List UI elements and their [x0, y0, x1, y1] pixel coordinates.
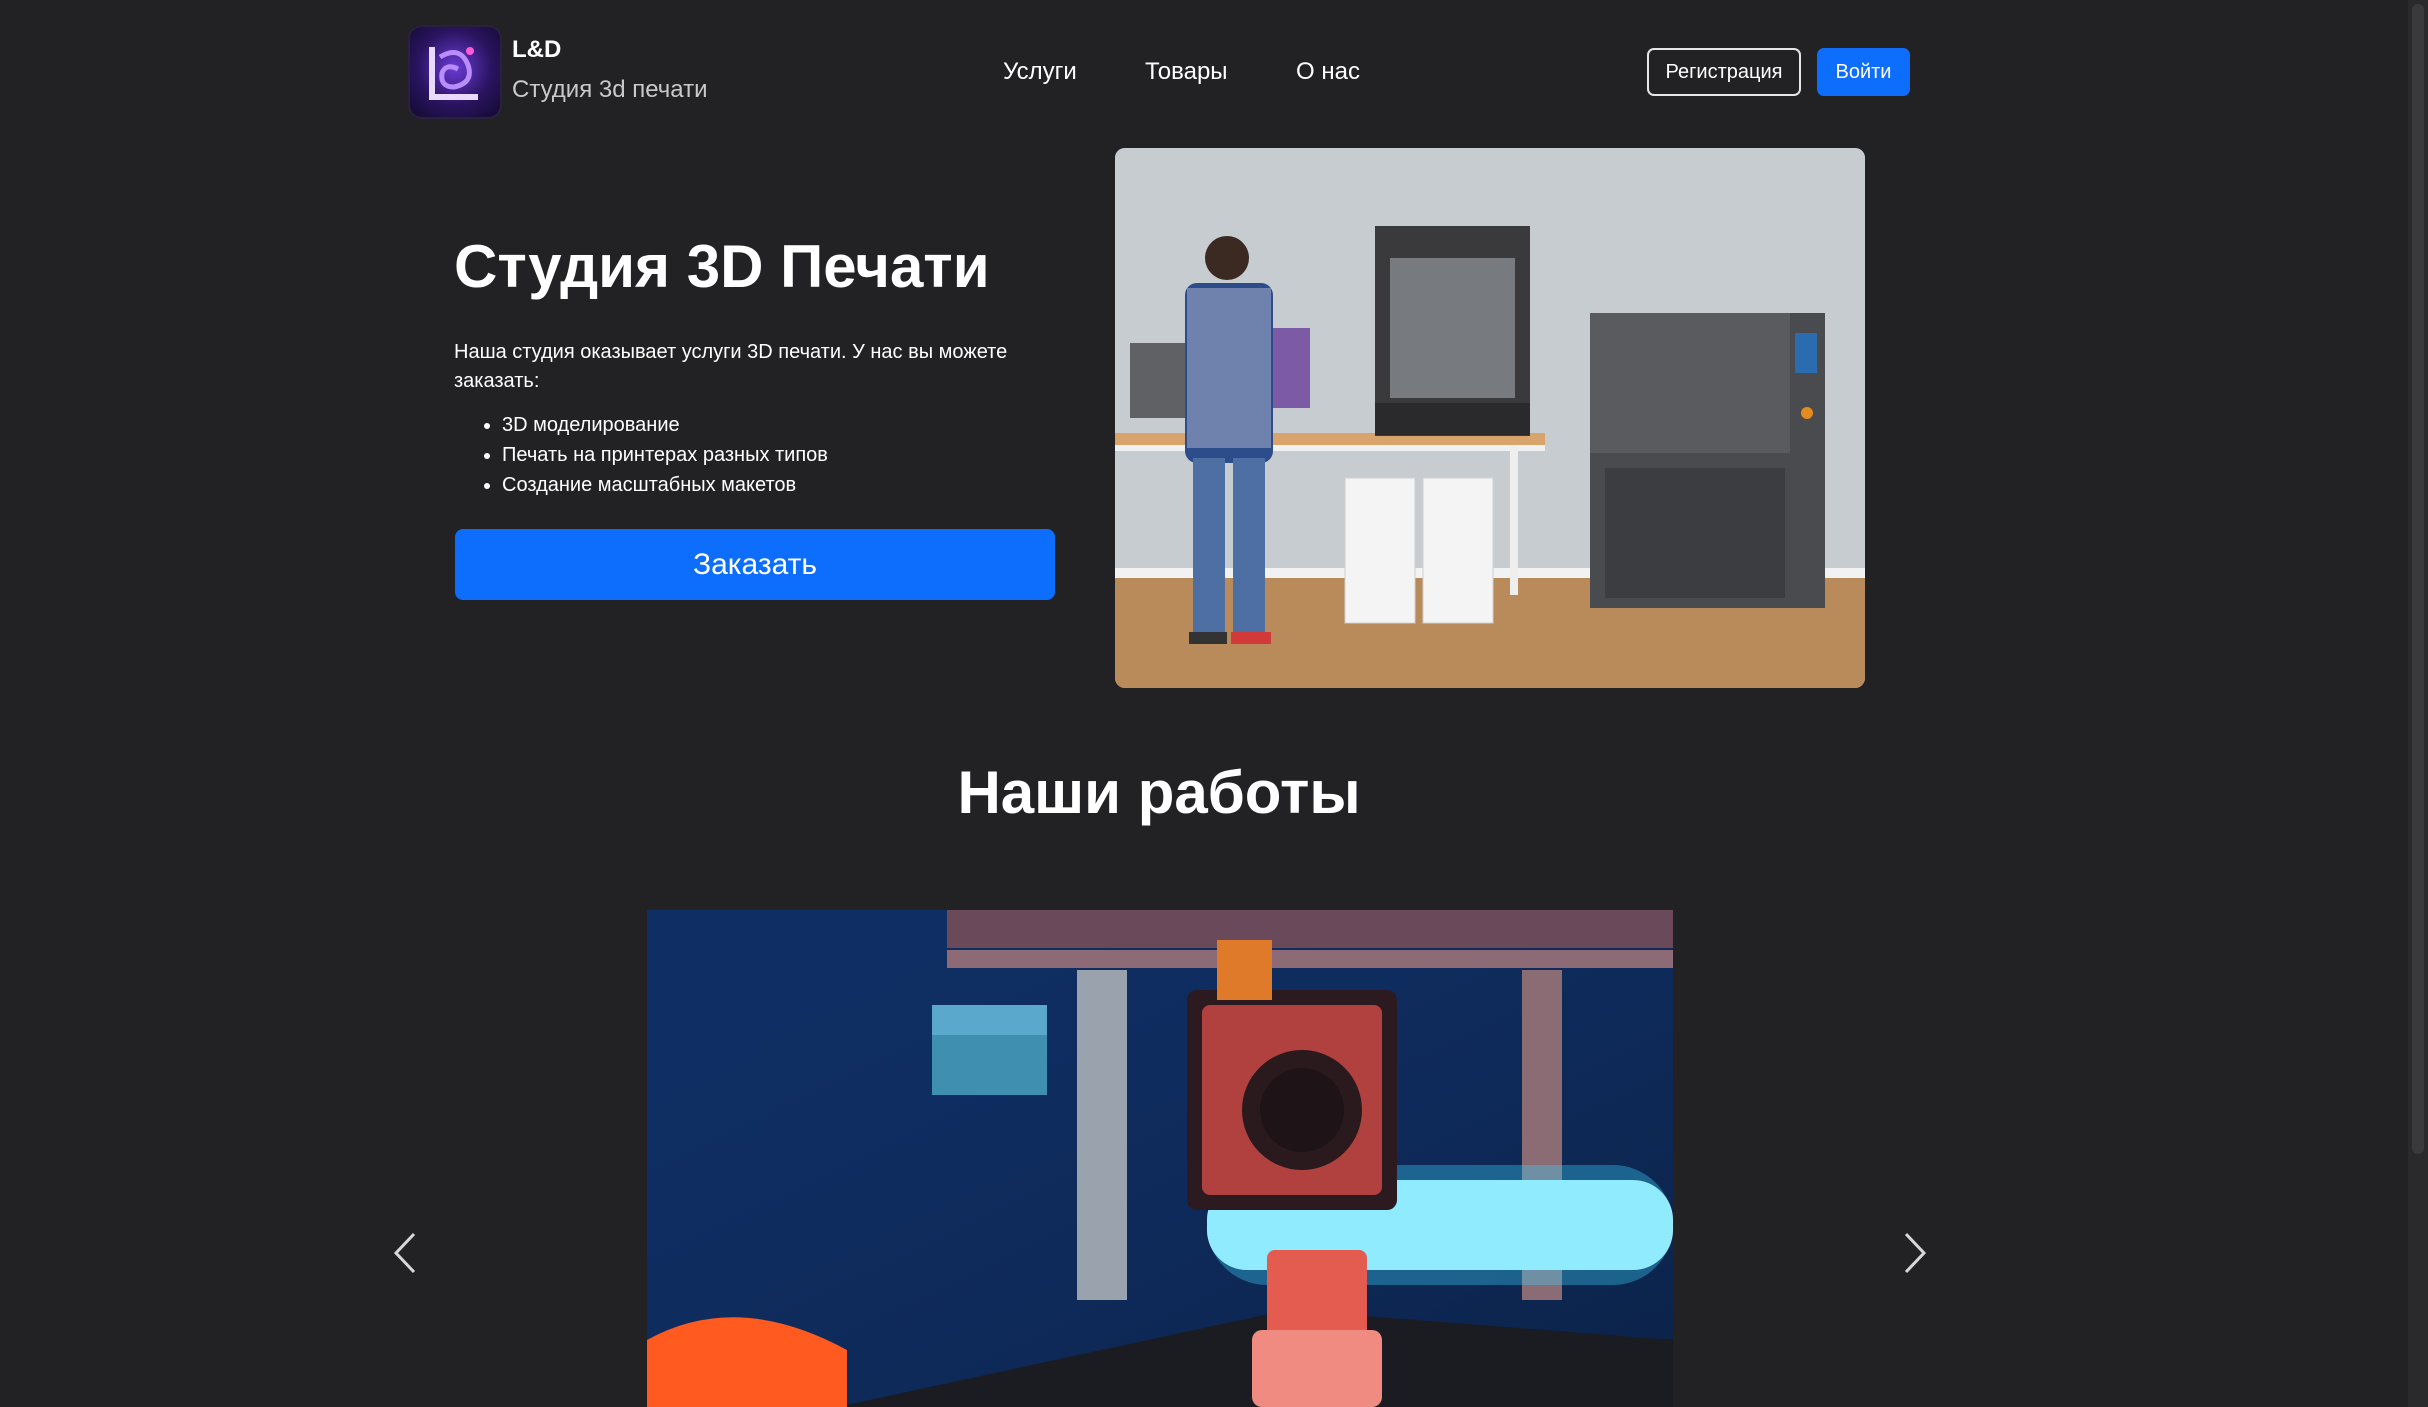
hero-image-printers [1115, 148, 1865, 688]
nav-link-products[interactable]: Товары [1145, 58, 1228, 86]
nav-link-services[interactable]: Услуги [1003, 58, 1077, 86]
works-title: Наши работы [957, 759, 1361, 826]
list-item: Печать на принтерах разных типов [502, 440, 828, 470]
order-button[interactable]: Заказать [455, 529, 1055, 600]
carousel-next-icon[interactable] [1894, 1228, 1934, 1278]
nav-link-about[interactable]: О нас [1296, 58, 1360, 86]
list-item: Создание масштабных макетов [502, 470, 828, 500]
carousel-image [647, 910, 1673, 1407]
brand-name: L&D [512, 36, 562, 63]
register-button[interactable]: Регистрация [1647, 48, 1801, 96]
scrollbar[interactable] [2408, 0, 2428, 1407]
page: L&D Студия 3d печати Услуги Товары О нас… [0, 0, 2428, 1407]
login-button[interactable]: Войти [1817, 48, 1910, 96]
carousel-prev-icon[interactable] [386, 1228, 426, 1278]
services-list: 3D моделирование Печать на принтерах раз… [454, 410, 828, 500]
logo-icon[interactable] [410, 27, 500, 117]
hero-description: Наша студия оказывает услуги 3D печати. … [454, 341, 1008, 392]
list-item: 3D моделирование [502, 410, 828, 440]
brand-subtitle: Студия 3d печати [512, 76, 708, 103]
hero-title: Студия 3D Печати [454, 233, 990, 300]
scrollbar-thumb[interactable] [2412, 4, 2424, 1154]
